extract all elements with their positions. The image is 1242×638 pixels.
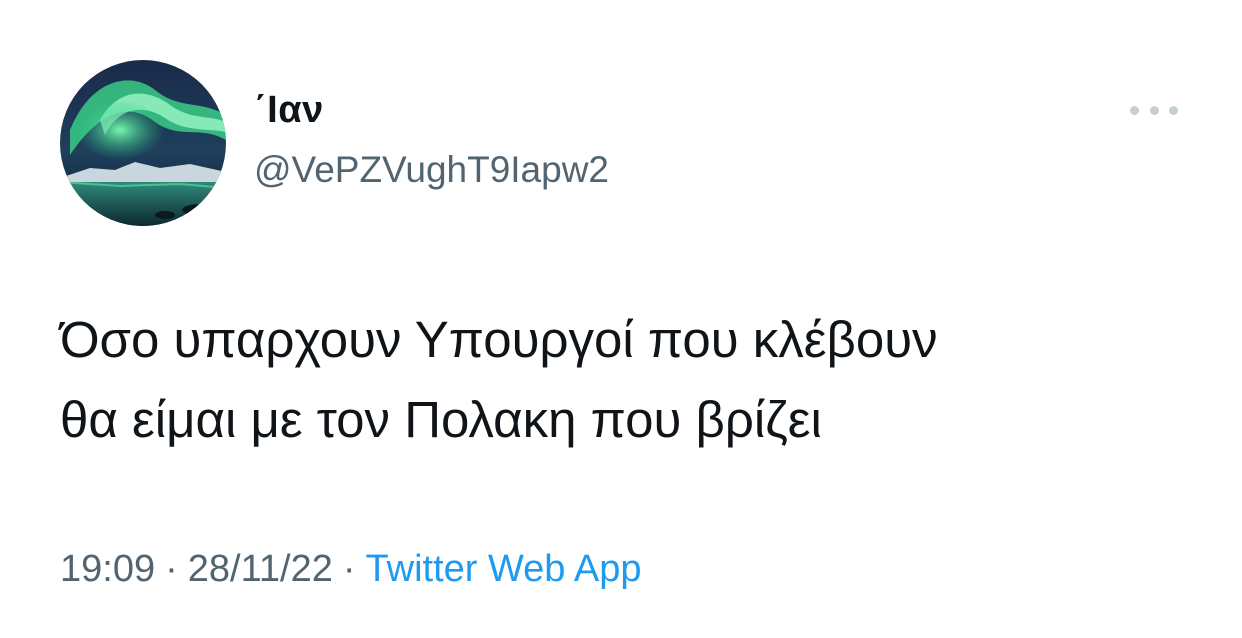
tweet-text: Όσο υπαρχουν Υπουργοί που κλέβουν θα είμ… — [60, 311, 938, 448]
more-options-icon[interactable] — [1130, 94, 1178, 126]
tweet-metadata: 19:09 · 28/11/22 · Twitter Web App — [60, 544, 642, 594]
menu-dot — [1169, 105, 1178, 115]
tweet-date[interactable]: 28/11/22 — [188, 548, 333, 590]
menu-dot — [1130, 105, 1139, 115]
aurora-avatar-icon[interactable] — [60, 60, 226, 226]
author-display-name[interactable]: ΄Ιαν — [254, 88, 324, 132]
tweet-source-link[interactable]: Twitter Web App — [366, 548, 642, 590]
tweet-time[interactable]: 19:09 — [60, 548, 155, 590]
meta-separator: · — [342, 548, 356, 590]
author-handle[interactable]: @VePZVughT9Iapw2 — [254, 148, 609, 192]
menu-dot — [1149, 105, 1159, 115]
meta-separator: · — [165, 548, 178, 590]
tweet-card: ΄Ιαν @VePZVughT9Iapw2 Όσο υπαρχουν Υπουρ… — [0, 0, 1242, 638]
